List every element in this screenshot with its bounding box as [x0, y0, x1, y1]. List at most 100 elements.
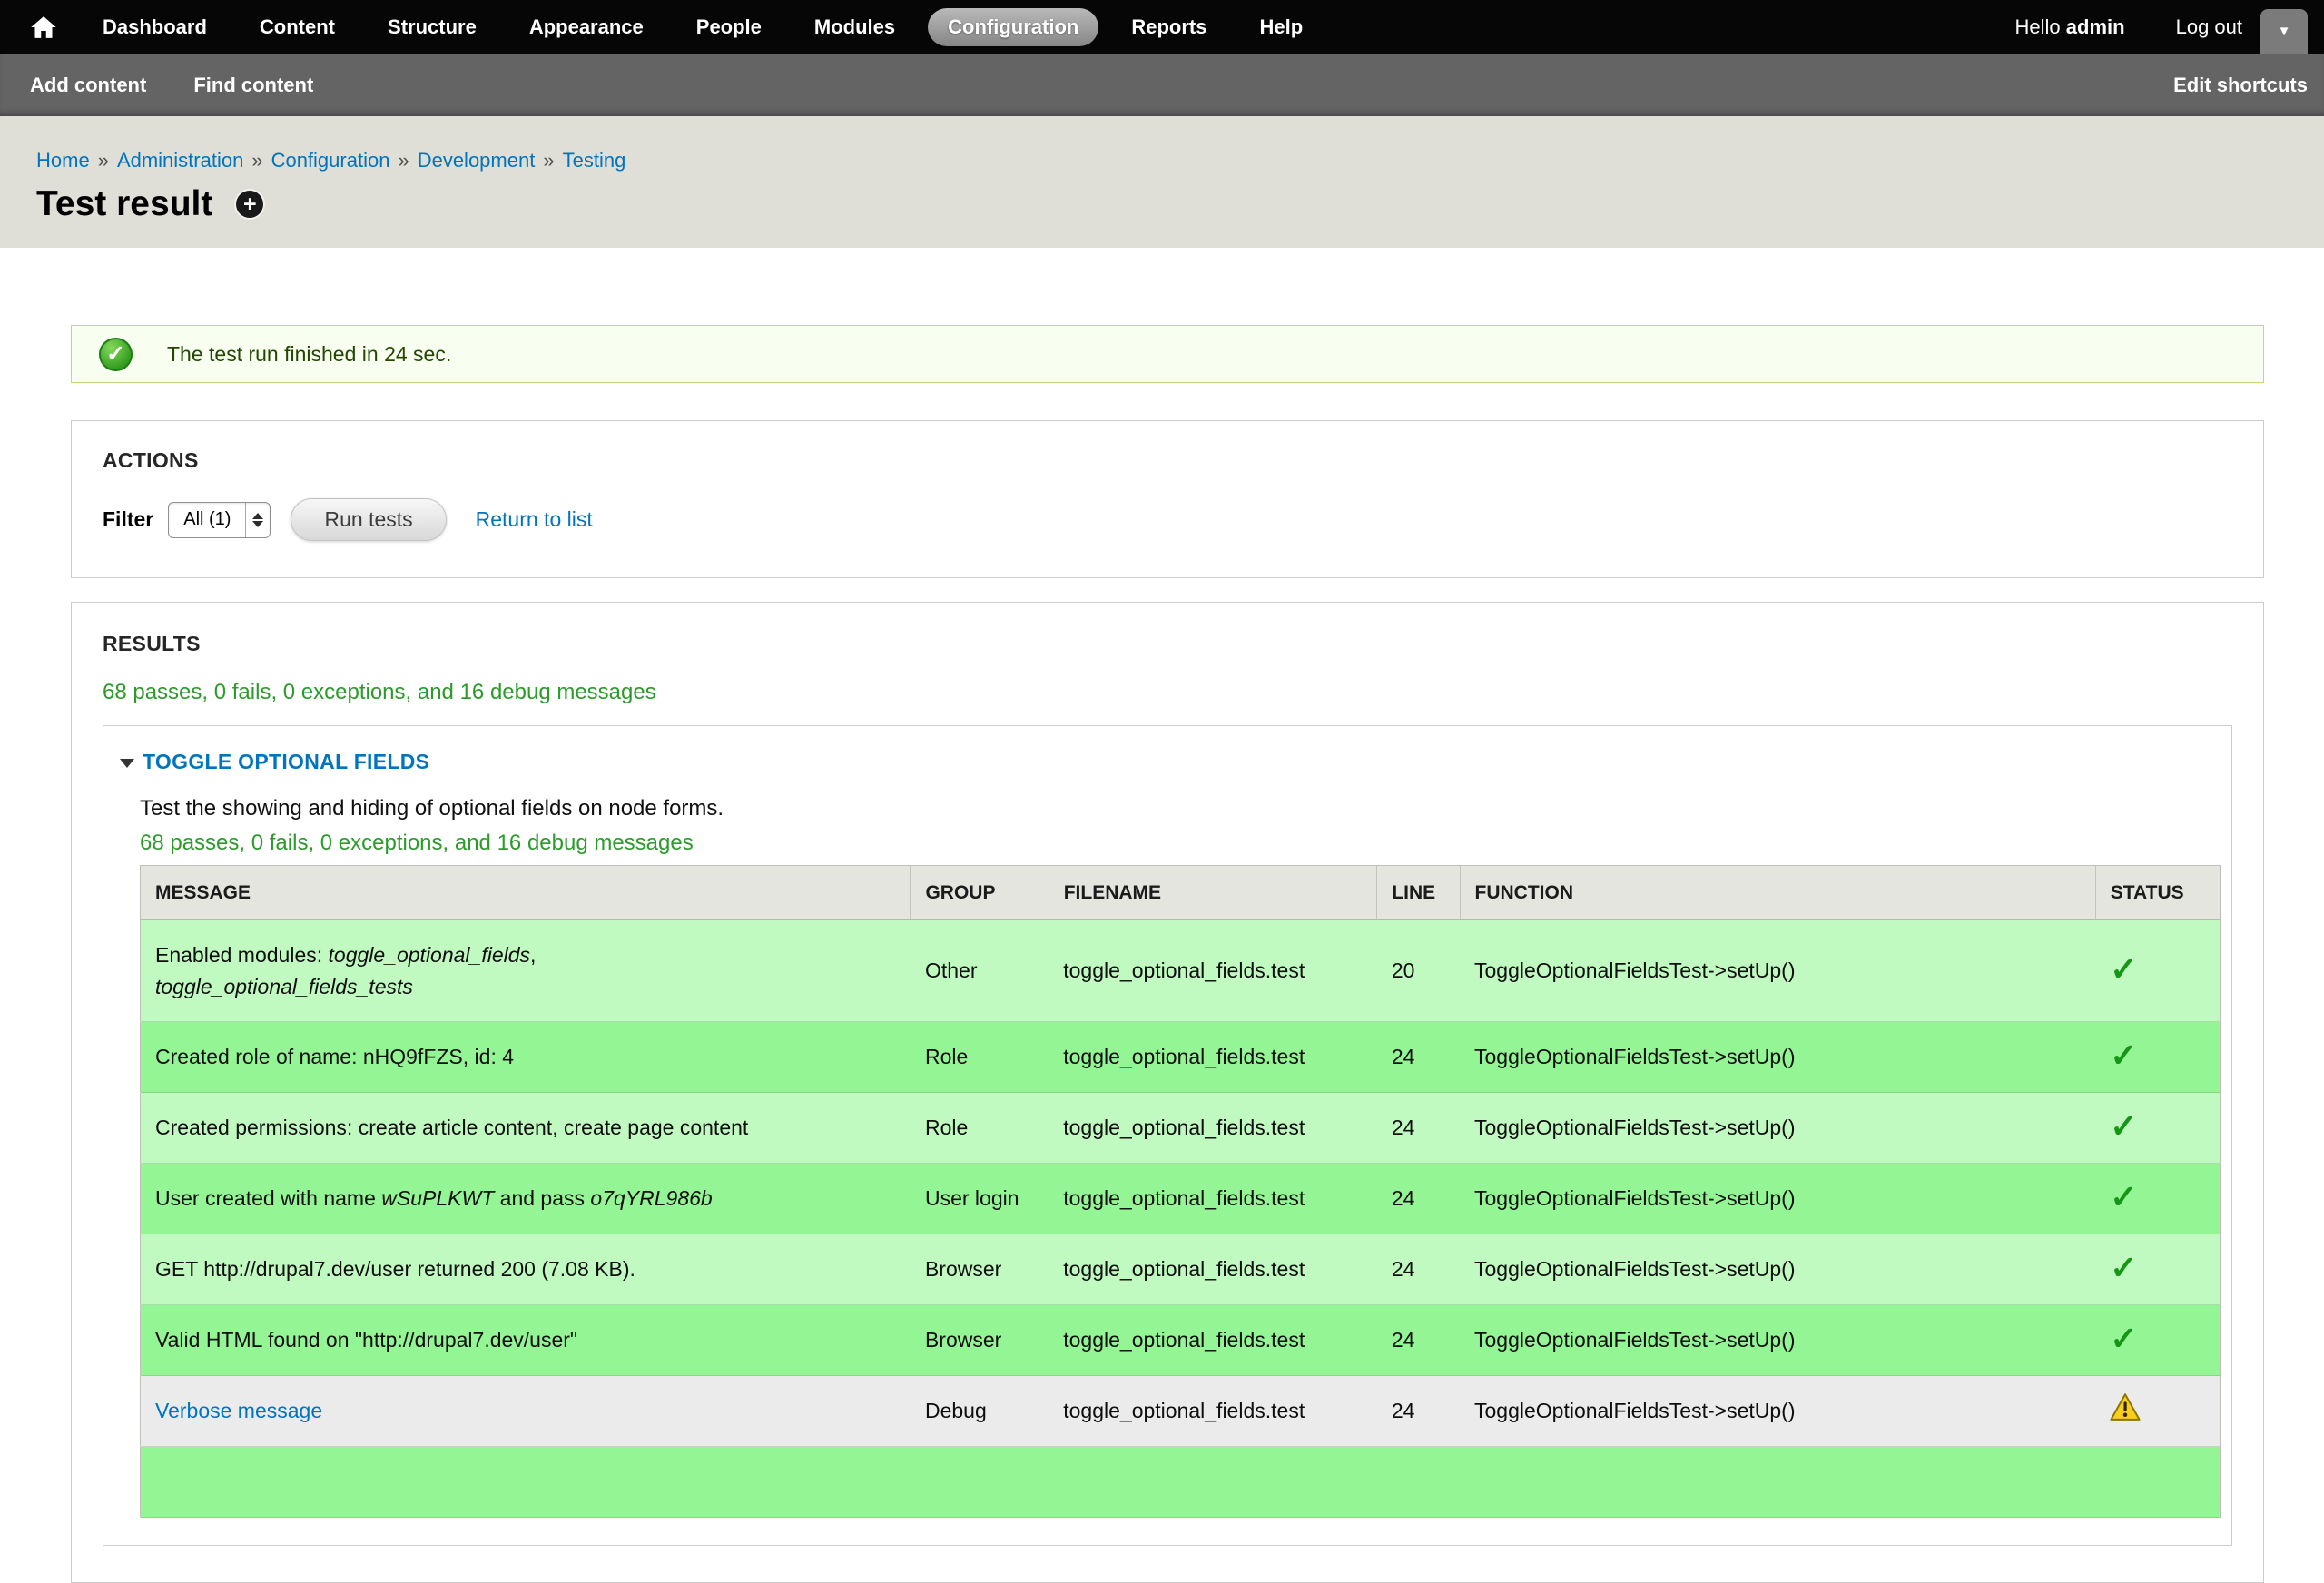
message-cell: Created permissions: create article cont…	[141, 1093, 911, 1164]
function-cell: ToggleOptionalFieldsTest->setUp()	[1460, 1093, 2095, 1164]
message-text: Created permissions: create article cont…	[155, 1116, 748, 1139]
status-cell: ✓	[2095, 1164, 2220, 1234]
column-header-message: MESSAGE	[141, 866, 911, 920]
column-header-function: FUNCTION	[1460, 866, 2095, 920]
status-pass-icon: ✓	[2110, 1037, 2137, 1074]
shortcut-item-add-content[interactable]: Add content	[30, 74, 146, 97]
shortcut-items: Add content Find content	[30, 74, 313, 97]
page-header: Home»Administration»Configuration»Develo…	[0, 116, 2324, 248]
table-row: User created with name wSuPLKWT and pass…	[141, 1164, 2221, 1234]
main-content: ✓ The test run finished in 24 sec. ACTIO…	[0, 248, 2324, 1583]
toolbar-item-people[interactable]: People	[676, 8, 782, 46]
line-cell: 24	[1377, 1093, 1460, 1164]
chevron-down-icon: ▼	[2278, 25, 2291, 38]
toolbar-item-appearance[interactable]: Appearance	[509, 8, 664, 46]
line-cell: 24	[1377, 1305, 1460, 1376]
toolbar-item-dashboard[interactable]: Dashboard	[83, 8, 227, 46]
status-pass-icon: ✓	[2110, 950, 2137, 988]
toolbar-item-content[interactable]: Content	[240, 8, 355, 46]
column-header-filename: FILENAME	[1049, 866, 1377, 920]
message-cell: Created role of name: nHQ9fFZS, id: 4	[141, 1022, 911, 1093]
results-table: MESSAGEGROUPFILENAMELINEFUNCTIONSTATUS E…	[140, 865, 2221, 1518]
home-icon[interactable]	[30, 14, 57, 41]
edit-shortcuts-link[interactable]: Edit shortcuts	[2173, 74, 2308, 97]
message-emphasis: toggle_optional_fields	[329, 943, 531, 967]
filename-cell: toggle_optional_fields.test	[1049, 1376, 1377, 1447]
breadcrumb: Home»Administration»Configuration»Develo…	[36, 149, 2288, 172]
column-header-status: STATUS	[2095, 866, 2220, 920]
line-cell	[1377, 1447, 1460, 1518]
breadcrumb-separator: »	[251, 149, 262, 172]
breadcrumb-link-configuration[interactable]: Configuration	[271, 149, 390, 172]
message-cell: GET http://drupal7.dev/user returned 200…	[141, 1234, 911, 1305]
message-emphasis: wSuPLKWT	[381, 1186, 494, 1210]
filename-cell: toggle_optional_fields.test	[1049, 1093, 1377, 1164]
table-row: GET http://drupal7.dev/user returned 200…	[141, 1234, 2221, 1305]
function-cell: ToggleOptionalFieldsTest->setUp()	[1460, 1305, 2095, 1376]
group-cell: Debug	[911, 1376, 1049, 1447]
toolbar-item-help[interactable]: Help	[1239, 8, 1323, 46]
greeting-username: admin	[2066, 15, 2125, 38]
group-cell: Role	[911, 1022, 1049, 1093]
admin-toolbar: Dashboard Content Structure Appearance Peopl…	[0, 0, 2324, 54]
add-shortcut-icon[interactable]: +	[236, 191, 263, 218]
group-cell: Other	[911, 920, 1049, 1022]
collapse-arrow-icon	[120, 759, 134, 768]
message-cell: Valid HTML found on "http://drupal7.dev/…	[141, 1305, 911, 1376]
table-row	[141, 1447, 2221, 1518]
status-pass-icon: ✓	[2110, 1178, 2137, 1215]
toolbar-item-configuration[interactable]: Configuration	[928, 8, 1098, 46]
function-cell: ToggleOptionalFieldsTest->setUp()	[1460, 1376, 2095, 1447]
shortcut-bar: Add content Find content Edit shortcuts	[0, 54, 2324, 116]
shortcut-item-find-content[interactable]: Find content	[193, 74, 313, 97]
filter-select[interactable]: All (1)	[168, 502, 271, 538]
line-cell: 20	[1377, 920, 1460, 1022]
message-cell: Verbose message	[141, 1376, 911, 1447]
status-pass-icon: ✓	[2110, 1107, 2137, 1145]
results-table-head: MESSAGEGROUPFILENAMELINEFUNCTIONSTATUS	[141, 866, 2221, 920]
message-emphasis: toggle_optional_fields_tests	[155, 975, 413, 998]
toolbar-drawer-toggle[interactable]: ▼	[2260, 9, 2308, 54]
breadcrumb-link-administration[interactable]: Administration	[117, 149, 243, 172]
filename-cell: toggle_optional_fields.test	[1049, 1305, 1377, 1376]
message-emphasis: o7qYRL986b	[590, 1186, 712, 1210]
table-row: Created permissions: create article cont…	[141, 1093, 2221, 1164]
table-row: Created role of name: nHQ9fFZS, id: 4Rol…	[141, 1022, 2221, 1093]
status-cell	[2095, 1447, 2220, 1518]
status-cell: ✓	[2095, 1022, 2220, 1093]
greeting-prefix: Hello	[2015, 15, 2061, 38]
toolbar-item-reports[interactable]: Reports	[1111, 8, 1226, 46]
test-group-toggle[interactable]: TOGGLE OPTIONAL FIELDS	[120, 750, 2204, 774]
test-group-description: Test the showing and hiding of optional …	[140, 796, 2204, 821]
status-pass-icon: ✓	[2110, 1249, 2137, 1286]
run-tests-button[interactable]: Run tests	[290, 498, 446, 541]
verbose-message-link[interactable]: Verbose message	[155, 1399, 322, 1422]
status-warning-icon	[2110, 1402, 2141, 1426]
status-cell	[2095, 1376, 2220, 1447]
function-cell: ToggleOptionalFieldsTest->setUp()	[1460, 1164, 2095, 1234]
logout-link[interactable]: Log out	[2176, 15, 2242, 39]
breadcrumb-link-testing[interactable]: Testing	[563, 149, 626, 172]
message-text: ,	[530, 943, 536, 967]
breadcrumb-link-development[interactable]: Development	[418, 149, 536, 172]
toolbar-menu: Dashboard Content Structure Appearance Peopl…	[83, 8, 1323, 46]
group-cell: User login	[911, 1164, 1049, 1234]
test-group-title: TOGGLE OPTIONAL FIELDS	[143, 750, 429, 774]
function-cell: ToggleOptionalFieldsTest->setUp()	[1460, 1234, 2095, 1305]
results-legend: RESULTS	[103, 632, 2232, 656]
status-ok-icon: ✓	[99, 338, 133, 371]
table-row: Valid HTML found on "http://drupal7.dev/…	[141, 1305, 2221, 1376]
actions-row: Filter All (1) Run tests Return to list	[103, 498, 2232, 541]
status-pass-icon: ✓	[2110, 1320, 2137, 1357]
user-greeting[interactable]: Hello admin	[2015, 15, 2125, 39]
function-cell: ToggleOptionalFieldsTest->setUp()	[1460, 1022, 2095, 1093]
toolbar-item-modules[interactable]: Modules	[794, 8, 915, 46]
line-cell: 24	[1377, 1022, 1460, 1093]
actions-fieldset: ACTIONS Filter All (1) Run tests Return …	[71, 420, 2264, 578]
breadcrumb-link-home[interactable]: Home	[36, 149, 90, 172]
filter-label: Filter	[103, 507, 153, 532]
message-text: User created with name	[155, 1186, 381, 1210]
test-group-fieldset: TOGGLE OPTIONAL FIELDS Test the showing …	[103, 725, 2232, 1546]
toolbar-item-structure[interactable]: Structure	[368, 8, 497, 46]
return-to-list-link[interactable]: Return to list	[476, 507, 593, 532]
